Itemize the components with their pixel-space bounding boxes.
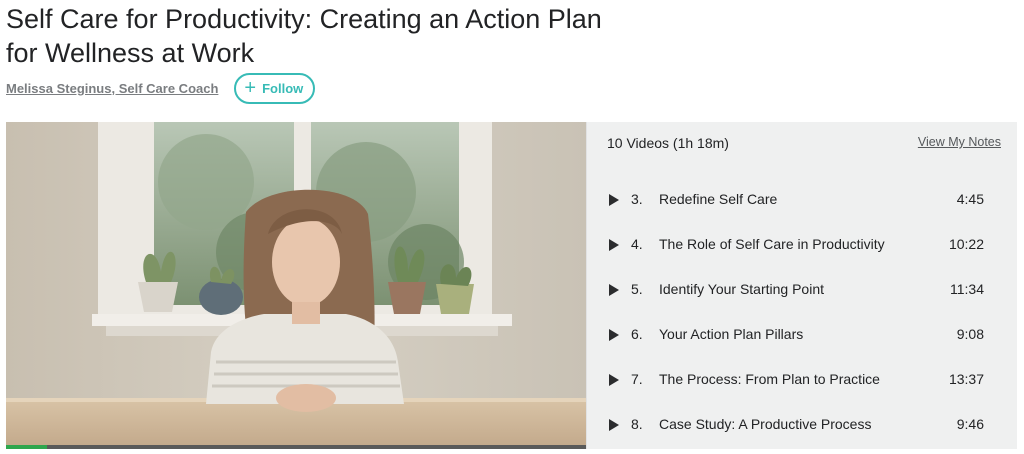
video-player[interactable] [6, 122, 586, 449]
view-notes-link[interactable]: View My Notes [918, 135, 1001, 149]
play-icon [609, 374, 619, 386]
video-frame [6, 122, 586, 449]
lesson-item[interactable]: 3. Redefine Self Care 4:45 [587, 177, 1017, 222]
lesson-duration: 9:46 [956, 416, 984, 432]
follow-button[interactable]: + Follow [234, 72, 316, 104]
lesson-title: Identify Your Starting Point [659, 281, 824, 297]
author-link[interactable]: Melissa Steginus, Self Care Coach [6, 81, 218, 96]
follow-label: Follow [262, 80, 304, 96]
playlist-panel: 10 Videos (1h 18m) View My Notes 3. Rede… [586, 122, 1017, 449]
lesson-number: 6. [631, 326, 643, 342]
video-progress-fill [6, 445, 47, 449]
lesson-number: 8. [631, 416, 643, 432]
lesson-item[interactable]: 7. The Process: From Plan to Practice 13… [587, 357, 1017, 402]
lesson-duration: 13:37 [948, 371, 984, 387]
lesson-item[interactable]: 8. Case Study: A Productive Process 9:46 [587, 402, 1017, 447]
lesson-title: Your Action Plan Pillars [659, 326, 804, 342]
lesson-item[interactable]: 4. The Role of Self Care in Productivity… [587, 222, 1017, 267]
lesson-duration: 11:34 [950, 281, 984, 297]
lesson-duration: 9:08 [956, 326, 984, 342]
lesson-title: The Process: From Plan to Practice [659, 371, 880, 387]
lesson-item[interactable]: 5. Identify Your Starting Point 11:34 [587, 267, 1017, 312]
lesson-number: 3. [631, 191, 643, 207]
play-icon [609, 239, 619, 251]
lesson-title: Case Study: A Productive Process [659, 416, 872, 432]
course-title: Self Care for Productivity: Creating an … [6, 4, 602, 68]
play-icon [609, 419, 619, 431]
playlist-header: 10 Videos (1h 18m) View My Notes [607, 135, 1001, 155]
plus-icon: + [244, 77, 257, 99]
lesson-duration: 4:45 [956, 191, 984, 207]
lesson-number: 5. [631, 281, 643, 297]
play-icon [609, 329, 619, 341]
playlist-count: 10 Videos (1h 18m) [607, 135, 729, 151]
lesson-number: 7. [631, 371, 643, 387]
video-progress-track[interactable] [6, 445, 586, 449]
lesson-title: Redefine Self Care [659, 191, 778, 207]
lesson-list: 3. Redefine Self Care 4:45 4. The Role o… [587, 177, 1017, 447]
lesson-number: 4. [631, 236, 643, 252]
author-row: Melissa Steginus, Self Care Coach + Foll… [6, 72, 316, 104]
lesson-title: The Role of Self Care in Productivity [659, 236, 885, 252]
play-icon [609, 194, 619, 206]
play-icon [609, 284, 619, 296]
lesson-item[interactable]: 6. Your Action Plan Pillars 9:08 [587, 312, 1017, 357]
lesson-duration: 10:22 [948, 236, 984, 252]
